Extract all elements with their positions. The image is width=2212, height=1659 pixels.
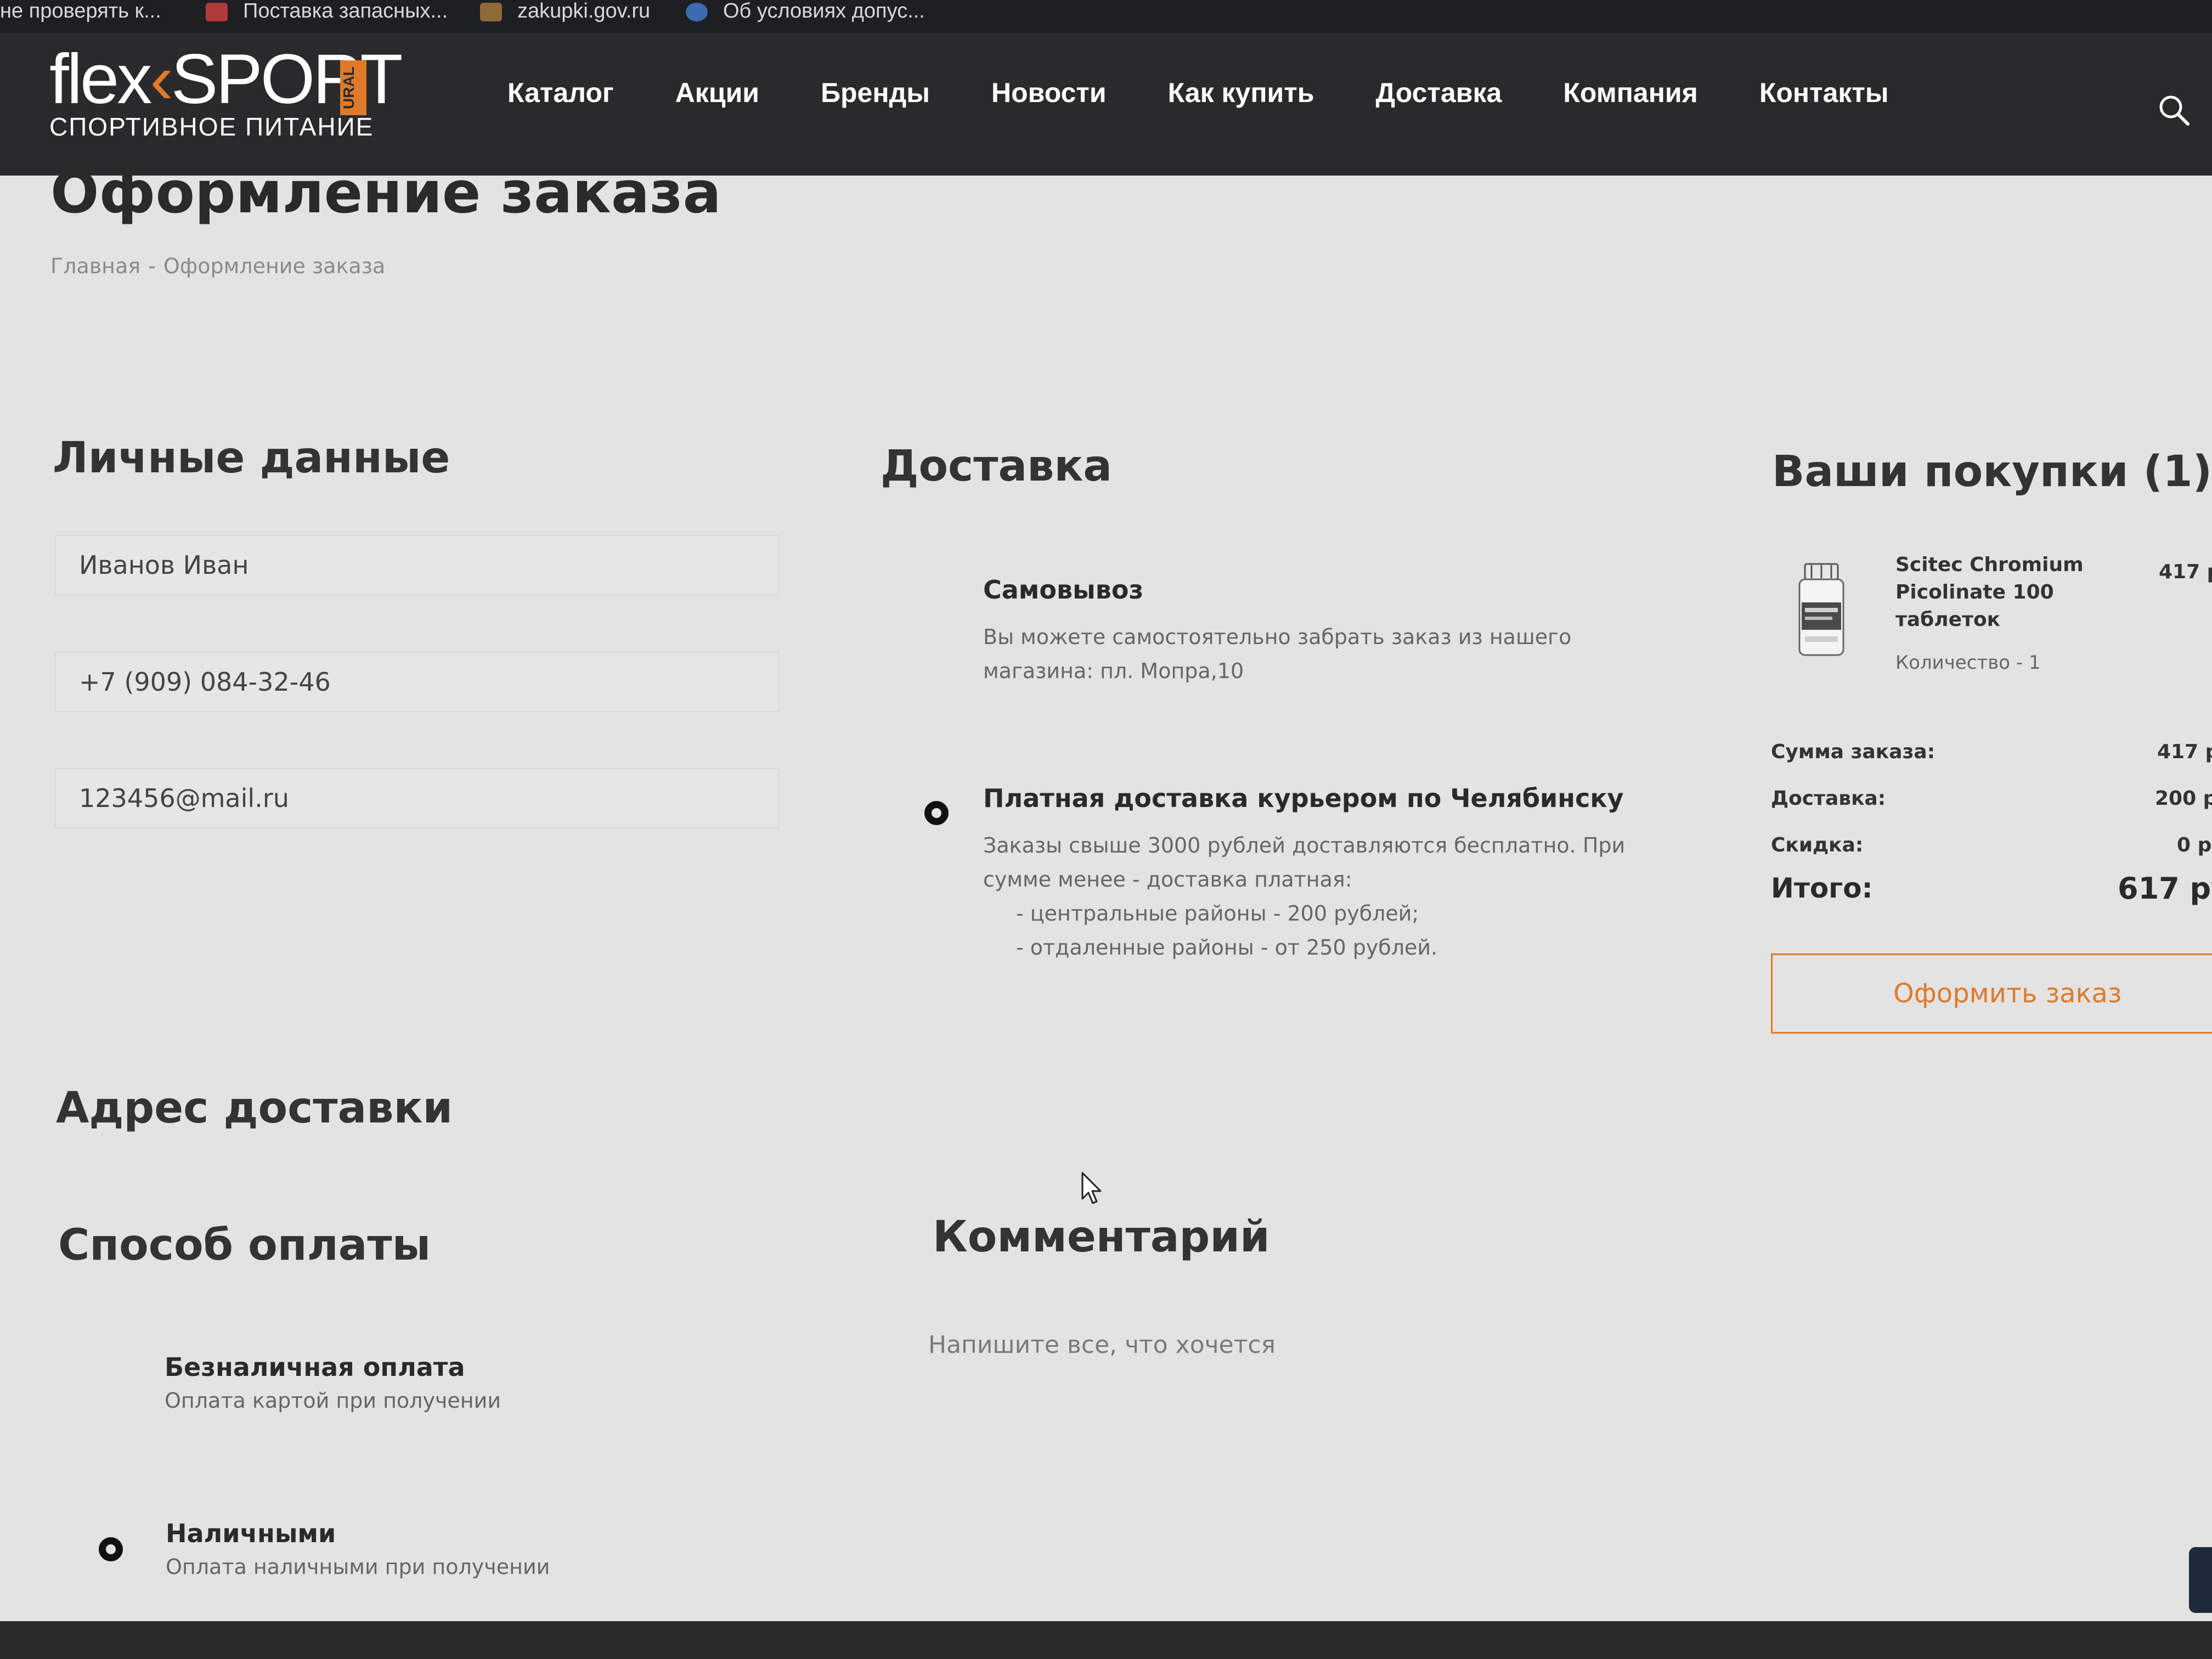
page-title: Оформление заказа bbox=[50, 159, 721, 226]
nav-item-contacts[interactable]: Контакты bbox=[1759, 77, 1889, 109]
cart-heading: Ваши покупки (1) bbox=[1772, 447, 2212, 496]
payment-cash-radio[interactable] bbox=[99, 1537, 123, 1561]
pickup-desc-line: магазина: пл. Мопра,10 bbox=[983, 659, 1244, 683]
delivery-courier-radio[interactable] bbox=[924, 801, 949, 825]
bookmark-label: Об условиях допус... bbox=[723, 0, 925, 22]
product-bottle-icon[interactable] bbox=[1794, 560, 1849, 658]
total-value: 617 ру bbox=[2118, 871, 2212, 906]
pickup-desc-line: Вы можете самостоятельно забрать заказ и… bbox=[983, 625, 1572, 649]
nav-item-news[interactable]: Новости bbox=[991, 77, 1107, 109]
courier-desc-bullet: - центральные районы - 200 рублей; bbox=[1016, 901, 1419, 926]
comment-heading: Комментарий bbox=[933, 1212, 1270, 1262]
name-field[interactable]: Иванов Иван bbox=[55, 535, 779, 595]
bookmark-item[interactable]: не проверять к... bbox=[0, 0, 161, 22]
delivery-option-pickup-desc: Вы можете самостоятельно забрать заказ и… bbox=[983, 620, 1571, 688]
bookmark-label: Поставка запасных... bbox=[243, 0, 448, 22]
nav-item-company[interactable]: Компания bbox=[1563, 77, 1698, 109]
delivery-option-pickup-title[interactable]: Самовывоз bbox=[983, 575, 1143, 605]
total-label: Итого: bbox=[1771, 872, 1873, 904]
order-sum-value: 417 р bbox=[2157, 741, 2212, 763]
mouse-cursor-icon bbox=[1081, 1172, 1102, 1204]
main-menu: Каталог Акции Бренды Новости Как купить … bbox=[507, 77, 1889, 109]
payment-option-cash-title[interactable]: Наличными bbox=[166, 1519, 336, 1548]
site-logo[interactable]: flex‹SPORT URAL СПОРТИВНОЕ ПИТАНИЕ bbox=[49, 44, 403, 142]
payment-option-card-desc: Оплата картой при получении bbox=[165, 1389, 501, 1413]
bookmark-item[interactable]: Об условиях допус... bbox=[686, 0, 925, 22]
nav-item-catalog[interactable]: Каталог bbox=[507, 77, 614, 109]
personal-data-heading: Личные данные bbox=[53, 433, 450, 483]
delivery-option-courier-title[interactable]: Платная доставка курьером по Челябинску bbox=[983, 783, 1624, 813]
phone-field[interactable]: +7 (909) 084-32-46 bbox=[55, 652, 779, 712]
courier-desc-line: Заказы свыше 3000 рублей доставляются бе… bbox=[983, 833, 1626, 857]
bookmarks-bar: не проверять к... Поставка запасных... z… bbox=[0, 0, 2212, 33]
payment-heading: Способ оплаты bbox=[58, 1221, 431, 1270]
emblem-favicon-icon bbox=[480, 2, 502, 21]
discount-value: 0 р bbox=[2177, 834, 2212, 856]
breadcrumb: Главная - Оформление заказа bbox=[50, 254, 385, 278]
logo-badge: URAL bbox=[340, 60, 366, 115]
bookmark-item[interactable]: Поставка запасных... bbox=[206, 0, 448, 22]
breadcrumb-current: Оформление заказа bbox=[163, 254, 386, 278]
payment-option-cash-desc: Оплата наличными при получении bbox=[166, 1555, 550, 1579]
breadcrumb-home[interactable]: Главная bbox=[50, 254, 140, 278]
side-widget-tab[interactable] bbox=[2189, 1547, 2212, 1613]
search-icon[interactable] bbox=[2157, 93, 2190, 126]
delivery-option-courier-desc: Заказы свыше 3000 рублей доставляются бе… bbox=[983, 828, 1625, 964]
product-name[interactable]: Scitec Chromium Picolinate 100 таблеток bbox=[1895, 551, 2104, 634]
bookmark-favicon-icon bbox=[206, 2, 228, 21]
globe-favicon-icon bbox=[686, 2, 708, 21]
nav-item-delivery[interactable]: Доставка bbox=[1376, 77, 1502, 109]
discount-label: Скидка: bbox=[1771, 834, 1864, 856]
delivery-heading: Доставка bbox=[881, 442, 1113, 491]
delivery-cost-value: 200 р bbox=[2155, 787, 2212, 810]
bookmark-item[interactable]: zakupki.gov.ru bbox=[480, 0, 650, 22]
courier-desc-line: сумме менее - доставка платная: bbox=[983, 867, 1352, 891]
courier-desc-bullet: - отдаленные районы - от 250 рублей. bbox=[1016, 935, 1438, 960]
nav-item-how-to-buy[interactable]: Как купить bbox=[1168, 77, 1314, 109]
bookmark-label: zakupki.gov.ru bbox=[517, 0, 651, 22]
place-order-button[interactable]: Оформить заказ bbox=[1771, 953, 2212, 1034]
site-header: flex‹SPORT URAL СПОРТИВНОЕ ПИТАНИЕ Катал… bbox=[0, 33, 2212, 176]
bookmark-label: не проверять к... bbox=[0, 0, 161, 22]
breadcrumb-separator: - bbox=[148, 254, 156, 278]
payment-option-card-title[interactable]: Безналичная оплата bbox=[165, 1352, 465, 1382]
delivery-cost-label: Доставка: bbox=[1771, 787, 1886, 810]
comment-input[interactable] bbox=[927, 1317, 1697, 1373]
screen-bezel bbox=[0, 1621, 2212, 1659]
order-sum-label: Сумма заказа: bbox=[1771, 741, 1936, 763]
email-field[interactable]: 123456@mail.ru bbox=[55, 768, 779, 828]
logo-tagline: СПОРТИВНОЕ ПИТАНИЕ bbox=[49, 112, 374, 141]
address-heading: Адрес доставки bbox=[56, 1084, 453, 1133]
product-quantity: Количество - 1 bbox=[1895, 652, 2041, 674]
nav-item-brands[interactable]: Бренды bbox=[821, 77, 930, 109]
nav-item-promotions[interactable]: Акции bbox=[675, 77, 759, 109]
product-price: 417 р bbox=[2159, 561, 2212, 583]
